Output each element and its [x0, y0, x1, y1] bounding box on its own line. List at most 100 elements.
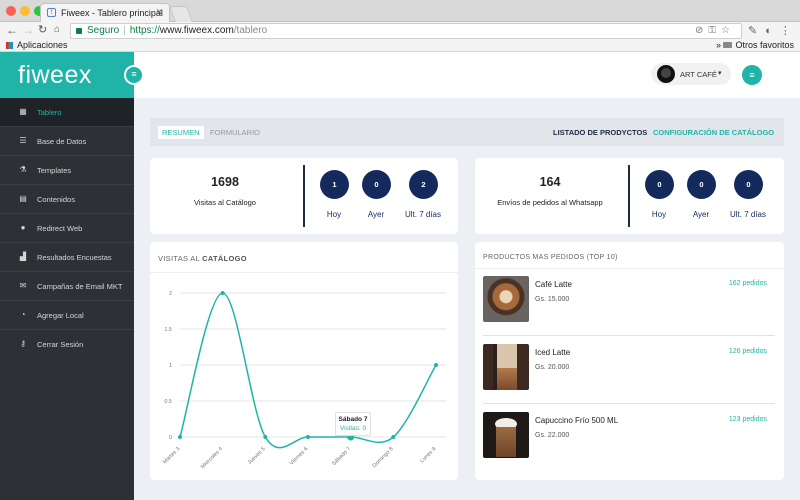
new-tab-button[interactable] [169, 6, 193, 22]
sidebar: ▦ Tablero ☰ Base de Datos ⚗ Templates ▤ … [0, 98, 134, 500]
listado-productos-link[interactable]: LISTADO DE PRODYCTOS [553, 126, 647, 139]
minimize-window-button[interactable] [20, 6, 30, 16]
visits-stat-card: 1698 Visitas al Catálogo 1 0 2 Hoy Ayer … [150, 158, 458, 234]
x-tick-label: Martes 3 [162, 446, 181, 465]
latte-art-photo [483, 276, 529, 322]
data-point[interactable] [391, 435, 396, 439]
chart-tooltip: Sábado 7 Visitas: 0 [335, 412, 371, 436]
visits-ayer-badge: 0 [362, 170, 391, 199]
top-header: ART CAFÉ ▾ ≡ [134, 52, 800, 98]
sidebar-item-label: Templates [37, 166, 72, 175]
database-icon: ☰ [19, 136, 27, 145]
list-item[interactable]: Iced Latte Gs. 20.000 126 pedidos [483, 344, 775, 404]
x-tick-label: Lunes 9 [419, 446, 437, 464]
product-price: Gs. 22.000 [535, 432, 570, 439]
visits-total: 1698 [211, 175, 239, 189]
sidebar-item-label: Base de Datos [37, 137, 87, 146]
folder-icon [723, 42, 733, 48]
sidebar-item-redirect-web[interactable]: ● Redirect Web [0, 214, 134, 243]
wifi-icon: ◔ [20, 310, 26, 319]
orders-hoy-badge: 0 [645, 170, 674, 199]
data-point[interactable] [434, 363, 438, 367]
sidebar-toggle-button[interactable]: ≡ [124, 65, 144, 85]
home-icon[interactable]: ⌂ [54, 24, 60, 35]
tab-resumen[interactable]: RESUMEN [158, 126, 204, 139]
archive-icon: ▤ [19, 194, 27, 203]
browser-toolbar: ← → ↻ ⌂ Seguro | https://www.fiweex.com/ta… [0, 22, 800, 40]
visits-chart-panel: VISITAS AL CATÁLOGO 0 0.5 1 1.5 2 Martes 3 Mi… [150, 242, 458, 480]
visits-series-line [179, 292, 437, 449]
sidebar-item-templates[interactable]: ⚗ Templates [0, 156, 134, 185]
top-products-title: PRODUCTOS MAS PEDIDOS (TOP 10) [483, 254, 618, 261]
reload-icon[interactable]: ↻ [38, 23, 47, 36]
tooltip-value: Visitas: 0 [339, 425, 367, 432]
menu-dots-icon[interactable]: ⋮ [780, 25, 799, 37]
bookmark-star-icon[interactable]: ☆ [721, 25, 735, 36]
bookmark-apps-label: Aplicaciones [17, 40, 68, 50]
extension-icon-2[interactable]: ◐ [765, 25, 780, 37]
data-point[interactable] [263, 435, 268, 439]
user-name[interactable]: ART CAFÉ [680, 70, 717, 79]
tooltip-title: Sábado 7 [338, 416, 368, 423]
orders-label: Envíos de pedidos al Whatsapp [497, 198, 603, 207]
configuracion-catalogo-link[interactable]: CONFIGURACIÓN DE CATÁLOGO [653, 126, 774, 139]
lock-icon [76, 28, 82, 34]
bookmark-apps[interactable]: Aplicaciones [6, 40, 68, 50]
sidebar-item-contenidos[interactable]: ▤ Contenidos [0, 185, 134, 214]
visits-ult-badge: 2 [409, 170, 438, 199]
data-point[interactable] [306, 435, 310, 439]
frappe-glass [496, 427, 516, 457]
panel-divider [475, 268, 784, 269]
iced-latte-coffee-layer [497, 368, 517, 390]
product-name: Iced Latte [535, 348, 571, 357]
back-icon[interactable]: ← [6, 23, 18, 37]
bookmark-other[interactable]: » Otros favoritos [716, 40, 794, 50]
list-item[interactable]: Capuccino Frío 500 ML Gs. 22.000 123 ped… [483, 412, 775, 472]
x-tick-label: Miercoles 4 [200, 446, 224, 470]
secure-label: Seguro [87, 25, 120, 36]
ayer-label: Ayer [367, 210, 385, 219]
bar-chart-icon: ▟ [19, 252, 27, 261]
dashboard-icon: ▦ [19, 107, 27, 116]
sidebar-item-resultados-encuestas[interactable]: ▟ Resultados Encuestas [0, 243, 134, 272]
list-item[interactable]: Café Latte Gs. 15.000 162 pedidos [483, 276, 775, 336]
menu-button[interactable]: ≡ [742, 65, 762, 85]
sidebar-item-campanas-email[interactable]: ✉ Campañas de Email MKT [0, 272, 134, 301]
sidebar-item-tablero[interactable]: ▦ Tablero [0, 98, 134, 127]
top-products-panel: PRODUCTOS MAS PEDIDOS (TOP 10) Café Latt… [475, 242, 784, 480]
avatar[interactable] [657, 65, 675, 83]
panel-divider [150, 272, 458, 273]
data-point[interactable] [178, 435, 182, 439]
extension-icon[interactable]: ✎ [748, 25, 765, 37]
hamburger-icon: ≡ [749, 70, 755, 80]
y-tick-label: 2 [169, 291, 172, 297]
close-window-button[interactable] [6, 6, 16, 16]
sidebar-item-agregar-local[interactable]: ◔ Agregar Local [0, 301, 134, 330]
tab-formulario[interactable]: FORMULARIO [210, 126, 260, 139]
ayer-label: Ayer [692, 210, 710, 219]
sidebar-item-base-de-datos[interactable]: ☰ Base de Datos [0, 127, 134, 156]
sidebar-item-label: Redirect Web [37, 224, 83, 233]
sidebar-item-cerrar-sesion[interactable]: ⚷ Cerrar Sesión [0, 330, 134, 359]
forward-icon[interactable]: → [22, 23, 34, 37]
orders-stat-card: 164 Envíos de pedidos al Whatsapp 0 0 0 … [475, 158, 784, 234]
browser-tab-active[interactable]: f Fiweex - Tablero principal ✕ [40, 3, 170, 22]
iced-latte-photo [483, 344, 529, 390]
apps-grid-icon [6, 42, 13, 49]
flask-icon: ⚗ [19, 165, 27, 174]
fiweex-logo[interactable]: fiweex [18, 61, 92, 90]
bookmarks-bar: Aplicaciones » Otros favoritos [0, 40, 800, 52]
key-icon[interactable]: ⚿ [708, 25, 721, 36]
chart-title-bold: CATÁLOGO [202, 254, 247, 263]
fiweex-favicon-icon: f [47, 8, 56, 17]
data-point[interactable] [220, 291, 225, 295]
hamburger-icon: ≡ [131, 69, 137, 79]
y-tick-label: 1.5 [164, 327, 172, 333]
address-bar[interactable]: Seguro | https://www.fiweex.com/tablero ⊘⚿… [70, 23, 742, 39]
orders-ult-badge: 0 [734, 170, 763, 199]
visits-line-chart: 0 0.5 1 1.5 2 Martes 3 Miercoles 4 Jueves 5 Vie… [162, 291, 446, 470]
block-icon[interactable]: ⊘ [695, 25, 708, 36]
url-host: www.fiweex.com [159, 25, 234, 36]
chevron-down-icon[interactable]: ▾ [718, 69, 722, 77]
close-tab-icon[interactable]: ✕ [155, 7, 163, 18]
